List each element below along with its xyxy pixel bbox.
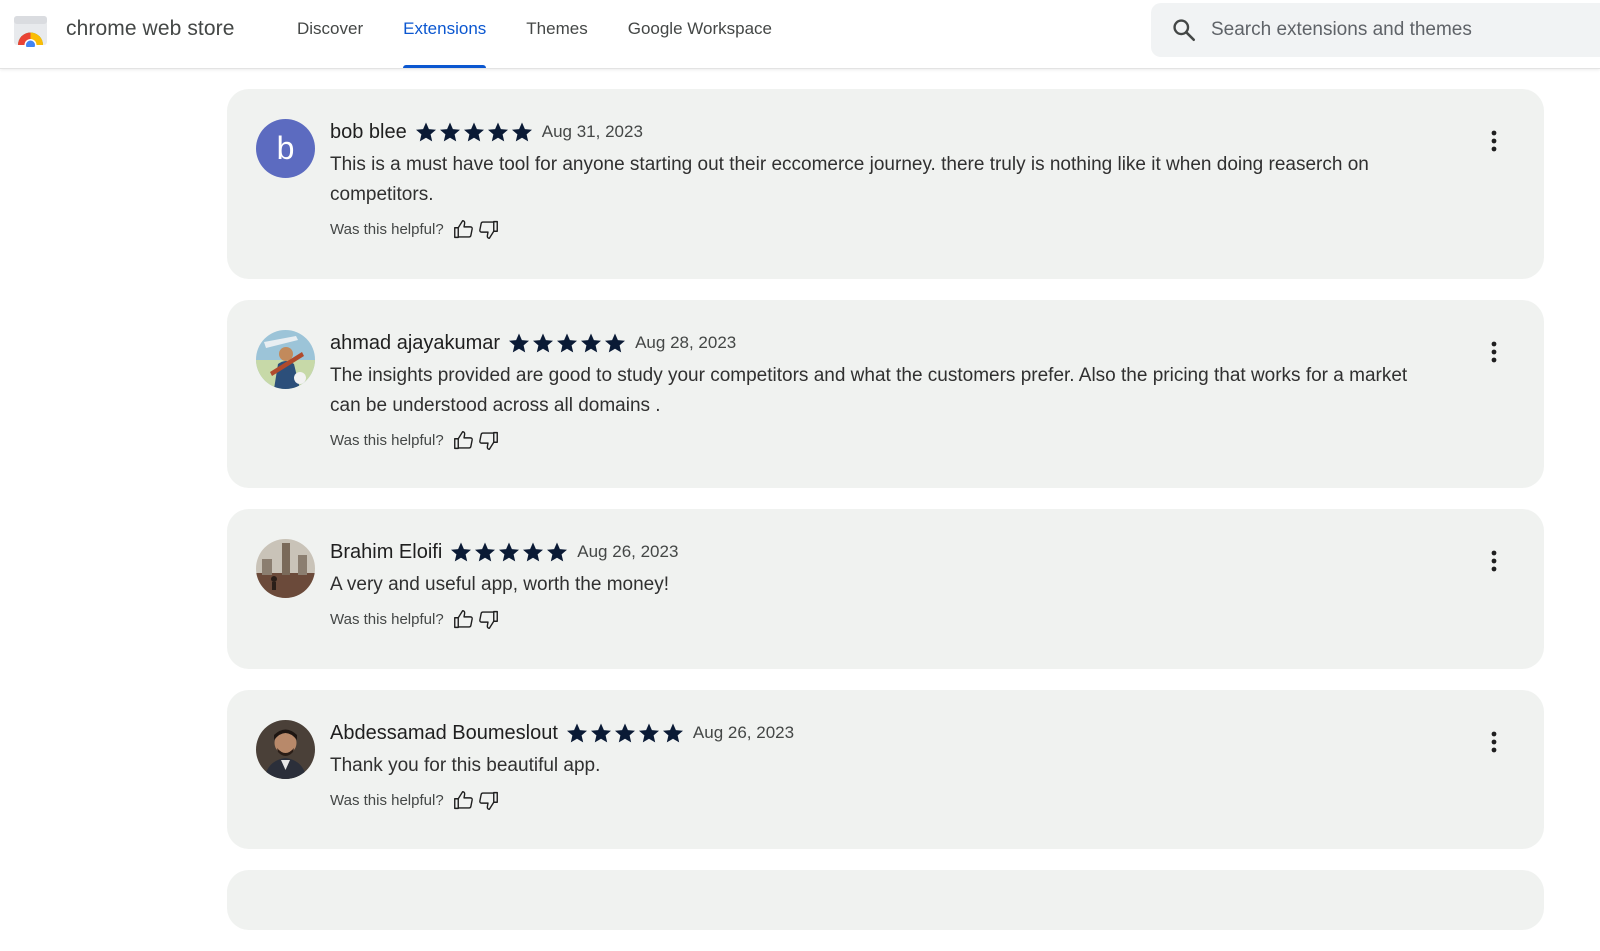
star-icon xyxy=(589,721,613,745)
star-icon xyxy=(473,540,497,564)
star-rating xyxy=(414,120,534,144)
nav-google-workspace[interactable]: Google Workspace xyxy=(608,0,792,69)
star-icon xyxy=(462,120,486,144)
more-options-icon[interactable] xyxy=(1490,129,1498,153)
review-card: b bob blee Aug 31, 2023 This is a must h… xyxy=(227,89,1544,279)
helpful-label: Was this helpful? xyxy=(330,220,444,238)
review-author: ahmad ajayakumar xyxy=(330,331,501,354)
star-icon xyxy=(510,120,534,144)
review-date: Aug 31, 2023 xyxy=(541,122,643,141)
star-rating xyxy=(507,331,627,355)
more-options-icon[interactable] xyxy=(1490,730,1498,754)
reviews-list: b bob blee Aug 31, 2023 This is a must h… xyxy=(227,89,1544,951)
star-icon xyxy=(486,120,510,144)
avatar: b xyxy=(256,119,315,178)
star-icon xyxy=(497,540,521,564)
star-rating xyxy=(449,540,569,564)
more-options-icon[interactable] xyxy=(1490,340,1498,364)
nav-themes[interactable]: Themes xyxy=(506,0,607,69)
search-box[interactable] xyxy=(1151,3,1600,57)
helpful-label: Was this helpful? xyxy=(330,791,444,809)
thumbs-down-icon[interactable] xyxy=(478,430,499,451)
helpful-label: Was this helpful? xyxy=(330,431,444,449)
more-options-icon[interactable] xyxy=(1490,549,1498,573)
star-icon xyxy=(507,331,531,355)
star-icon xyxy=(438,120,462,144)
thumbs-up-icon[interactable] xyxy=(453,430,474,451)
review-date: Aug 28, 2023 xyxy=(635,333,737,352)
review-card: ahmad ajayakumar Aug 28, 2023 The insigh… xyxy=(227,300,1544,488)
review-text: The insights provided are good to study … xyxy=(330,365,1408,416)
nav-extensions[interactable]: Extensions xyxy=(383,0,506,69)
star-icon xyxy=(565,721,589,745)
avatar xyxy=(256,330,315,389)
review-text: Thank you for this beautiful app. xyxy=(330,755,601,776)
star-icon xyxy=(555,331,579,355)
top-bar: chrome web store Discover Extensions The… xyxy=(0,0,1600,69)
nav-discover[interactable]: Discover xyxy=(277,0,383,69)
review-card: Abdessamad Boumeslout Aug 26, 2023 Thank… xyxy=(227,690,1544,849)
review-author: Brahim Eloifi xyxy=(330,540,443,563)
avatar xyxy=(256,539,315,598)
star-icon xyxy=(531,331,555,355)
thumbs-up-icon[interactable] xyxy=(453,609,474,630)
review-text: A very and useful app, worth the money! xyxy=(330,574,670,595)
avatar xyxy=(256,720,315,779)
helpful-row: Was this helpful? xyxy=(330,607,1434,631)
thumbs-up-icon[interactable] xyxy=(453,219,474,240)
star-icon xyxy=(545,540,569,564)
helpful-row: Was this helpful? xyxy=(330,428,1434,452)
search-icon[interactable] xyxy=(1171,17,1197,43)
helpful-row: Was this helpful? xyxy=(330,217,1434,241)
thumbs-down-icon[interactable] xyxy=(478,790,499,811)
star-icon xyxy=(579,331,603,355)
helpful-row: Was this helpful? xyxy=(330,788,1434,812)
search-input[interactable] xyxy=(1211,19,1591,41)
star-rating xyxy=(565,721,685,745)
thumbs-down-icon[interactable] xyxy=(478,609,499,630)
review-card-partial xyxy=(227,870,1544,930)
star-icon xyxy=(449,540,473,564)
thumbs-down-icon[interactable] xyxy=(478,219,499,240)
star-icon xyxy=(637,721,661,745)
review-date: Aug 26, 2023 xyxy=(692,723,795,742)
brand-name[interactable]: chrome web store xyxy=(66,17,235,41)
review-author: Abdessamad Boumeslout xyxy=(330,721,558,744)
review-date: Aug 26, 2023 xyxy=(577,542,679,561)
star-icon xyxy=(414,120,438,144)
main-nav: Discover Extensions Themes Google Worksp… xyxy=(277,0,792,69)
review-author: bob blee xyxy=(330,120,407,143)
star-icon xyxy=(603,331,627,355)
review-text: This is a must have tool for anyone star… xyxy=(330,154,1369,205)
thumbs-up-icon[interactable] xyxy=(453,790,474,811)
review-card: Brahim Eloifi Aug 26, 2023 A very and us… xyxy=(227,509,1544,669)
star-icon xyxy=(661,721,685,745)
chrome-web-store-logo-icon[interactable] xyxy=(14,14,47,47)
star-icon xyxy=(521,540,545,564)
helpful-label: Was this helpful? xyxy=(330,610,444,628)
star-icon xyxy=(613,721,637,745)
